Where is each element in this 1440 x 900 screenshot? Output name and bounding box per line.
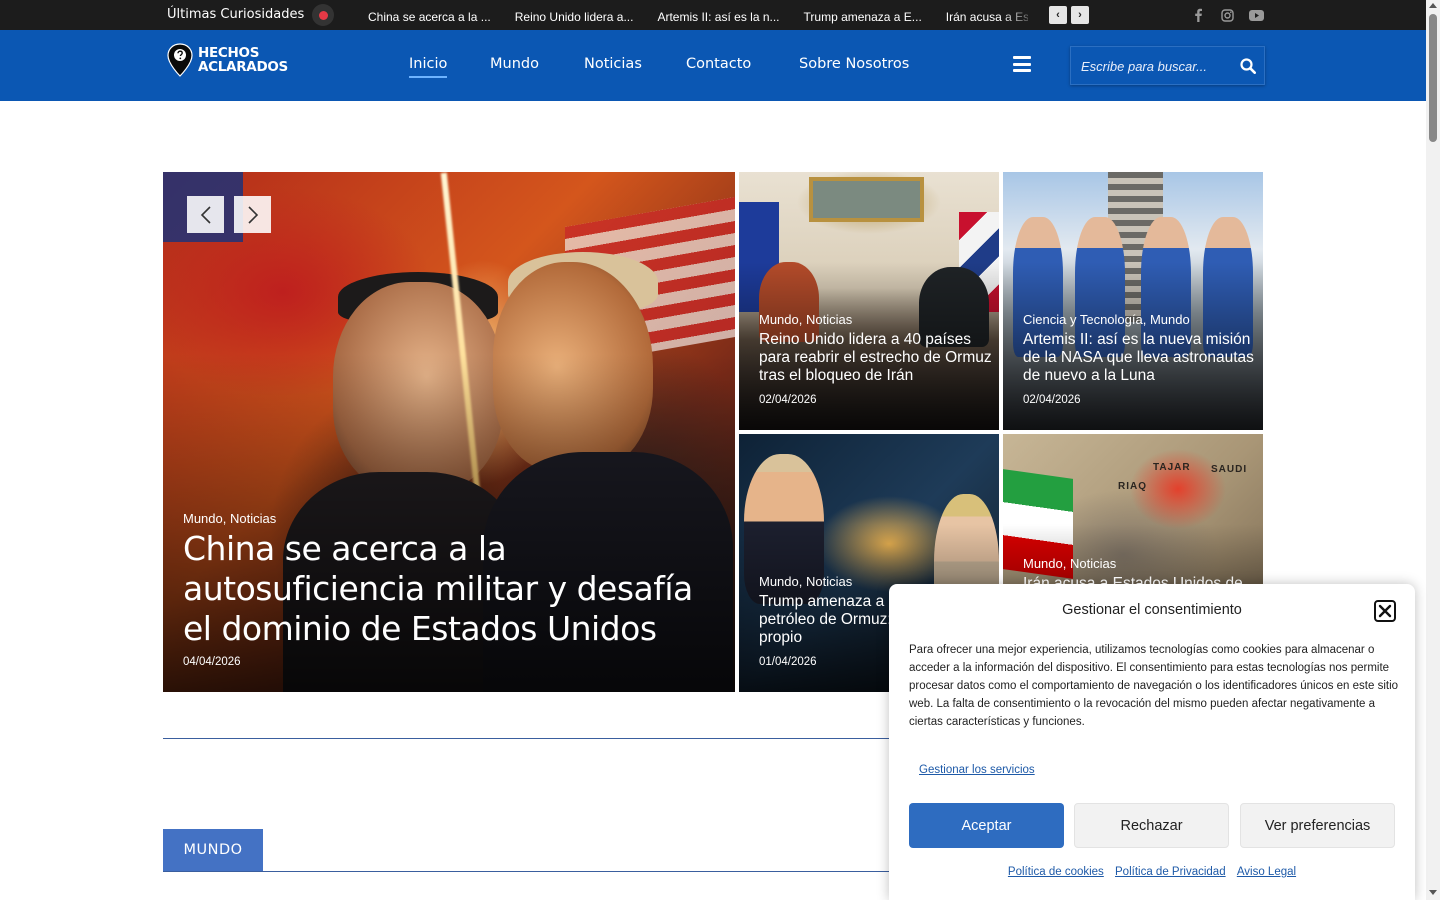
- scroll-down-icon[interactable]: [1429, 890, 1437, 895]
- top-bar: Últimas Curiosidades China se acerca a l…: [0, 0, 1426, 30]
- ticker-next-button[interactable]: ›: [1071, 6, 1089, 24]
- search-box: [1070, 46, 1265, 85]
- article-category[interactable]: Mundo, Noticias: [183, 511, 276, 526]
- search-icon[interactable]: [1240, 58, 1256, 74]
- ticker-prev-button[interactable]: ‹: [1049, 6, 1067, 24]
- map-label: RIAQ: [1118, 481, 1147, 492]
- slider-next-button[interactable]: [234, 196, 271, 233]
- article-date: 01/04/2026: [759, 656, 817, 668]
- close-button[interactable]: [1374, 600, 1396, 622]
- article-category[interactable]: Mundo, Noticias: [1023, 556, 1116, 571]
- news-ticker: China se acerca a la ... Reino Unido lide…: [368, 8, 1028, 24]
- map-label: SAUDI: [1211, 464, 1248, 475]
- article-card[interactable]: Mundo, Noticias Reino Unido lidera a 40 …: [739, 172, 999, 430]
- privacy-policy-link[interactable]: Política de Privacidad: [1115, 866, 1226, 878]
- logo-text: HECHOS ACLARADOS: [198, 46, 288, 74]
- youtube-icon[interactable]: [1248, 7, 1264, 23]
- site-logo[interactable]: HECHOS ACLARADOS: [166, 43, 288, 77]
- consent-body: Para ofrecer una mejor experiencia, util…: [909, 644, 1399, 728]
- logo-pin-icon: [167, 43, 193, 77]
- article-title[interactable]: Reino Unido lidera a 40 países para reab…: [759, 331, 997, 385]
- instagram-icon[interactable]: [1219, 7, 1235, 23]
- article-date: 02/04/2026: [1023, 394, 1081, 406]
- legal-notice-link[interactable]: Aviso Legal: [1237, 866, 1296, 878]
- reject-button[interactable]: Rechazar: [1074, 803, 1229, 848]
- nav-item-sobre-nosotros[interactable]: Sobre Nosotros: [799, 56, 909, 72]
- article-title[interactable]: Artemis II: así es la nueva misión de la…: [1023, 331, 1261, 385]
- logo-line-2: ACLARADOS: [198, 59, 288, 75]
- nav-item-mundo[interactable]: Mundo: [490, 56, 539, 72]
- manage-services-link[interactable]: Gestionar los servicios: [919, 764, 1035, 776]
- slider-prev-button[interactable]: [187, 196, 224, 233]
- nav-item-contacto[interactable]: Contacto: [686, 56, 751, 72]
- preferences-button[interactable]: Ver preferencias: [1240, 803, 1395, 848]
- ticker-item[interactable]: Trump amenaza a E...: [804, 10, 922, 24]
- ticker-item[interactable]: China se acerca a la ...: [368, 10, 491, 24]
- ticker-item[interactable]: Artemis II: así es la n...: [657, 10, 779, 24]
- menu-icon[interactable]: [1013, 56, 1031, 72]
- article-date: 02/04/2026: [759, 394, 817, 406]
- article-category[interactable]: Mundo, Noticias: [759, 574, 852, 589]
- accept-button[interactable]: Aceptar: [909, 803, 1064, 848]
- consent-title: Gestionar el consentimiento: [1062, 602, 1242, 618]
- featured-article-card[interactable]: Mundo, Noticias China se acerca a la aut…: [163, 172, 735, 692]
- article-date: 04/04/2026: [183, 656, 241, 668]
- scroll-up-icon[interactable]: [1429, 3, 1437, 8]
- logo-line-1: HECHOS: [198, 45, 260, 61]
- ticker-title: Últimas Curiosidades: [167, 7, 305, 22]
- site-header: HECHOS ACLARADOS Inicio Mundo Noticias C…: [0, 30, 1426, 101]
- card-image: [809, 177, 924, 222]
- article-title[interactable]: China se acerca a la autosuficiencia mil…: [183, 529, 728, 649]
- section-heading-mundo[interactable]: MUNDO: [163, 829, 263, 871]
- nav-item-inicio[interactable]: Inicio: [409, 56, 448, 78]
- page-scrollbar[interactable]: [1426, 0, 1440, 900]
- facebook-icon[interactable]: [1190, 7, 1206, 23]
- live-indicator-icon: [312, 4, 334, 26]
- chevron-right-icon: [247, 205, 258, 224]
- cookie-policy-link[interactable]: Política de cookies: [1008, 866, 1104, 878]
- consent-policy-links: Política de cookies Política de Privacid…: [889, 866, 1415, 878]
- map-label: TAJAR: [1153, 462, 1191, 473]
- nav-item-noticias[interactable]: Noticias: [584, 56, 642, 72]
- cookie-consent-dialog: Gestionar el consentimiento Para ofrecer…: [889, 584, 1415, 900]
- ticker-fade: [1000, 0, 1040, 30]
- search-input[interactable]: [1081, 56, 1231, 76]
- ticker-item[interactable]: Reino Unido lidera a...: [515, 10, 634, 24]
- chevron-left-icon: [200, 205, 211, 224]
- close-icon: [1378, 604, 1392, 618]
- article-category[interactable]: Mundo, Noticias: [759, 312, 852, 327]
- article-category[interactable]: Ciencia y Tecnología, Mundo: [1023, 312, 1190, 327]
- scrollbar-thumb[interactable]: [1429, 14, 1437, 142]
- article-card[interactable]: Ciencia y Tecnología, Mundo Artemis II: …: [1003, 172, 1263, 430]
